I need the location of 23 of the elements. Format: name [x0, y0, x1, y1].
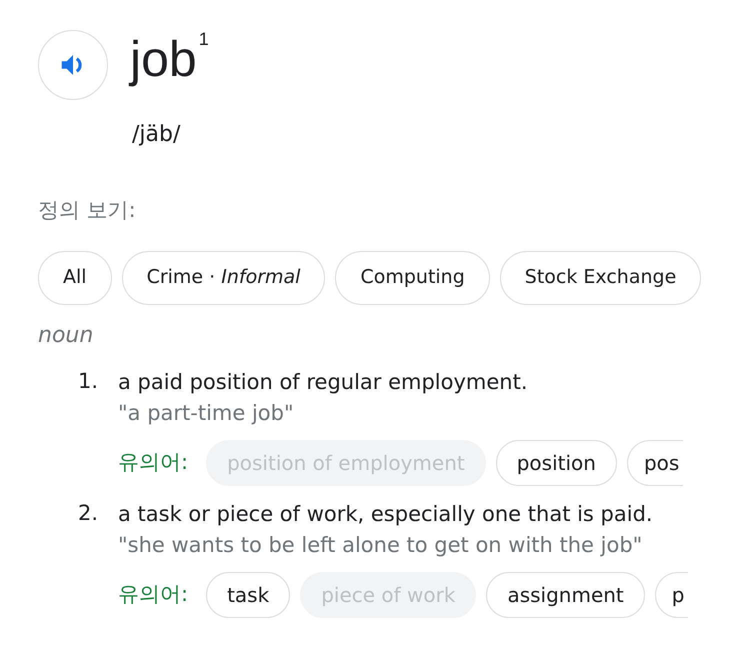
filter-chip[interactable]: Stock Exchange: [500, 250, 702, 304]
filter-chip[interactable]: All: [38, 250, 112, 304]
definition: a task or piece of work, especially one that is paid.: [118, 500, 654, 528]
synonyms-label: 유의어:: [118, 580, 188, 608]
sense-number: 2.: [78, 500, 100, 526]
speaker-button[interactable]: [38, 30, 108, 100]
example-sentence: "a part-time job": [118, 400, 295, 426]
synonym-chip[interactable]: assignment: [486, 572, 645, 618]
example-sentence: "she wants to be left alone to get on with the job": [118, 532, 644, 558]
synonym-chip[interactable]: task: [206, 572, 290, 618]
filter-chip[interactable]: Crime · Informal: [122, 250, 326, 304]
sense-number: 1.: [78, 368, 100, 394]
definition: a paid position of regular employment.: [118, 368, 529, 396]
synonym-chip[interactable]: p: [654, 572, 688, 618]
homograph-number: 1: [198, 30, 209, 48]
filter-chip[interactable]: Computing: [335, 250, 490, 304]
pronunciation: /jäb/: [132, 122, 180, 147]
filter-label: 정의 보기:: [38, 198, 136, 222]
synonyms-label: 유의어:: [118, 448, 188, 476]
part-of-speech: noun: [38, 322, 94, 348]
headword: job: [130, 34, 197, 84]
synonym-chip[interactable]: pos: [626, 440, 684, 486]
synonym-chip[interactable]: position: [496, 440, 617, 486]
